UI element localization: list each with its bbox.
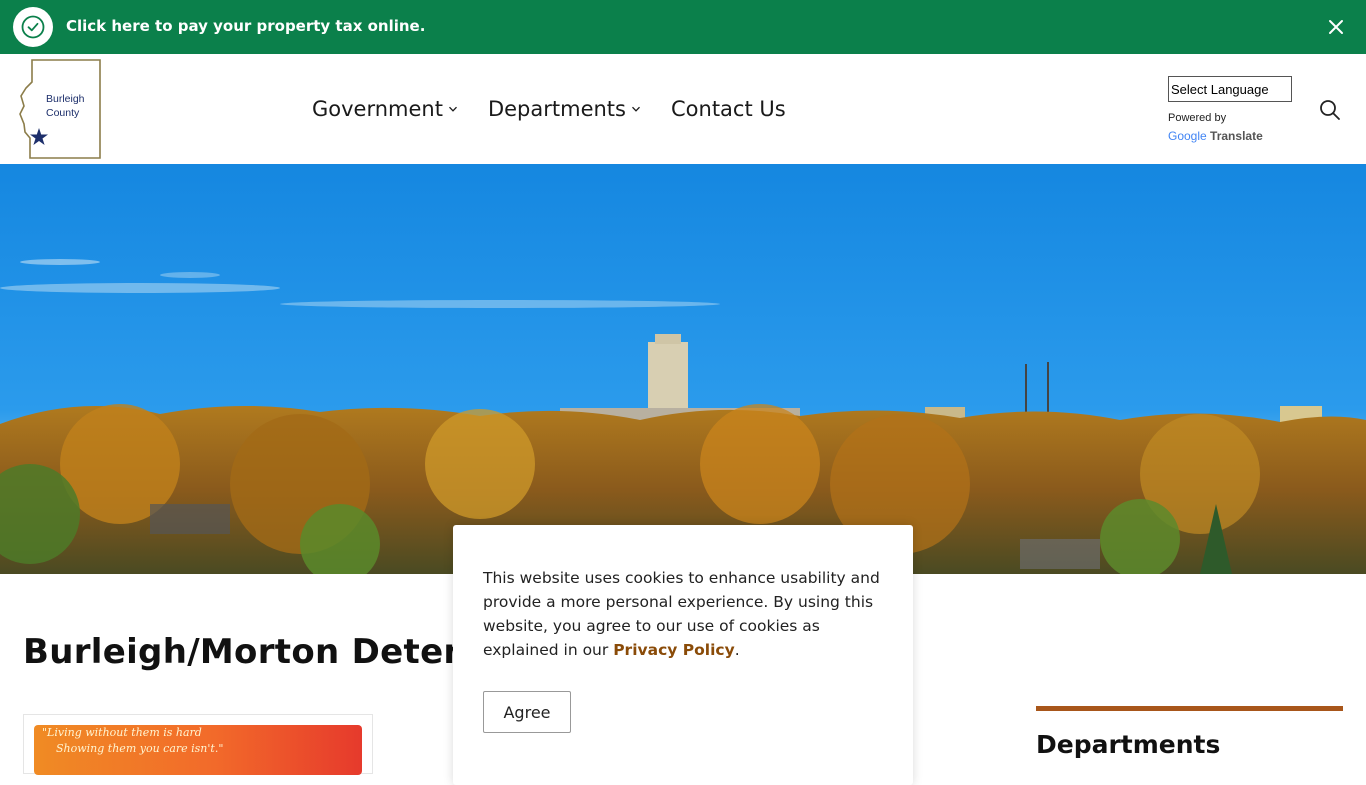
nav-departments[interactable]: Departments: [488, 97, 641, 121]
language-select[interactable]: Select Language: [1168, 76, 1292, 102]
cookie-consent-dialog: This website uses cookies to enhance usa…: [453, 525, 913, 785]
logo-line1: Burleigh: [46, 93, 85, 105]
site-header: Burleigh County Government Departments C…: [0, 54, 1366, 164]
powered-by-text: Powered by: [1168, 112, 1227, 124]
alert-link[interactable]: Click here to pay your property tax onli…: [66, 17, 425, 35]
hero-image: [0, 164, 1366, 574]
close-icon[interactable]: [1326, 17, 1346, 37]
alert-banner[interactable]: Click here to pay your property tax onli…: [0, 0, 1366, 54]
sidebar-accent-bar: [1036, 706, 1343, 711]
county-logo[interactable]: Burleigh County: [18, 58, 104, 160]
nav-contact-us[interactable]: Contact Us: [671, 97, 786, 121]
sidebar-title: Departments: [1036, 730, 1221, 759]
logo-line2: County: [46, 107, 80, 119]
quote-line2: Showing them you care isn't.": [56, 742, 224, 755]
cookie-message: This website uses cookies to enhance usa…: [483, 566, 883, 662]
nav-contact-label: Contact Us: [671, 97, 786, 121]
check-circle-icon: [13, 7, 53, 47]
cookie-text-end: .: [734, 641, 740, 659]
content-card: "Living without them is hard Showing the…: [23, 714, 373, 775]
privacy-policy-link[interactable]: Privacy Policy: [613, 641, 735, 659]
chevron-down-icon: [632, 106, 640, 112]
quote-line1: "Living without them is hard: [42, 726, 202, 739]
google-logo-text: Google: [1168, 129, 1207, 143]
chevron-down-icon: [449, 106, 457, 112]
agree-button[interactable]: Agree: [483, 691, 571, 733]
translate-text: Translate: [1210, 129, 1263, 143]
nav-departments-label: Departments: [487, 97, 626, 121]
nav-government-label: Government: [312, 97, 443, 121]
nav-government[interactable]: Government: [312, 97, 458, 121]
main-nav: Government Departments Contact Us: [312, 97, 816, 121]
search-icon[interactable]: [1318, 98, 1342, 122]
google-translate-link[interactable]: Google Translate: [1168, 129, 1263, 143]
